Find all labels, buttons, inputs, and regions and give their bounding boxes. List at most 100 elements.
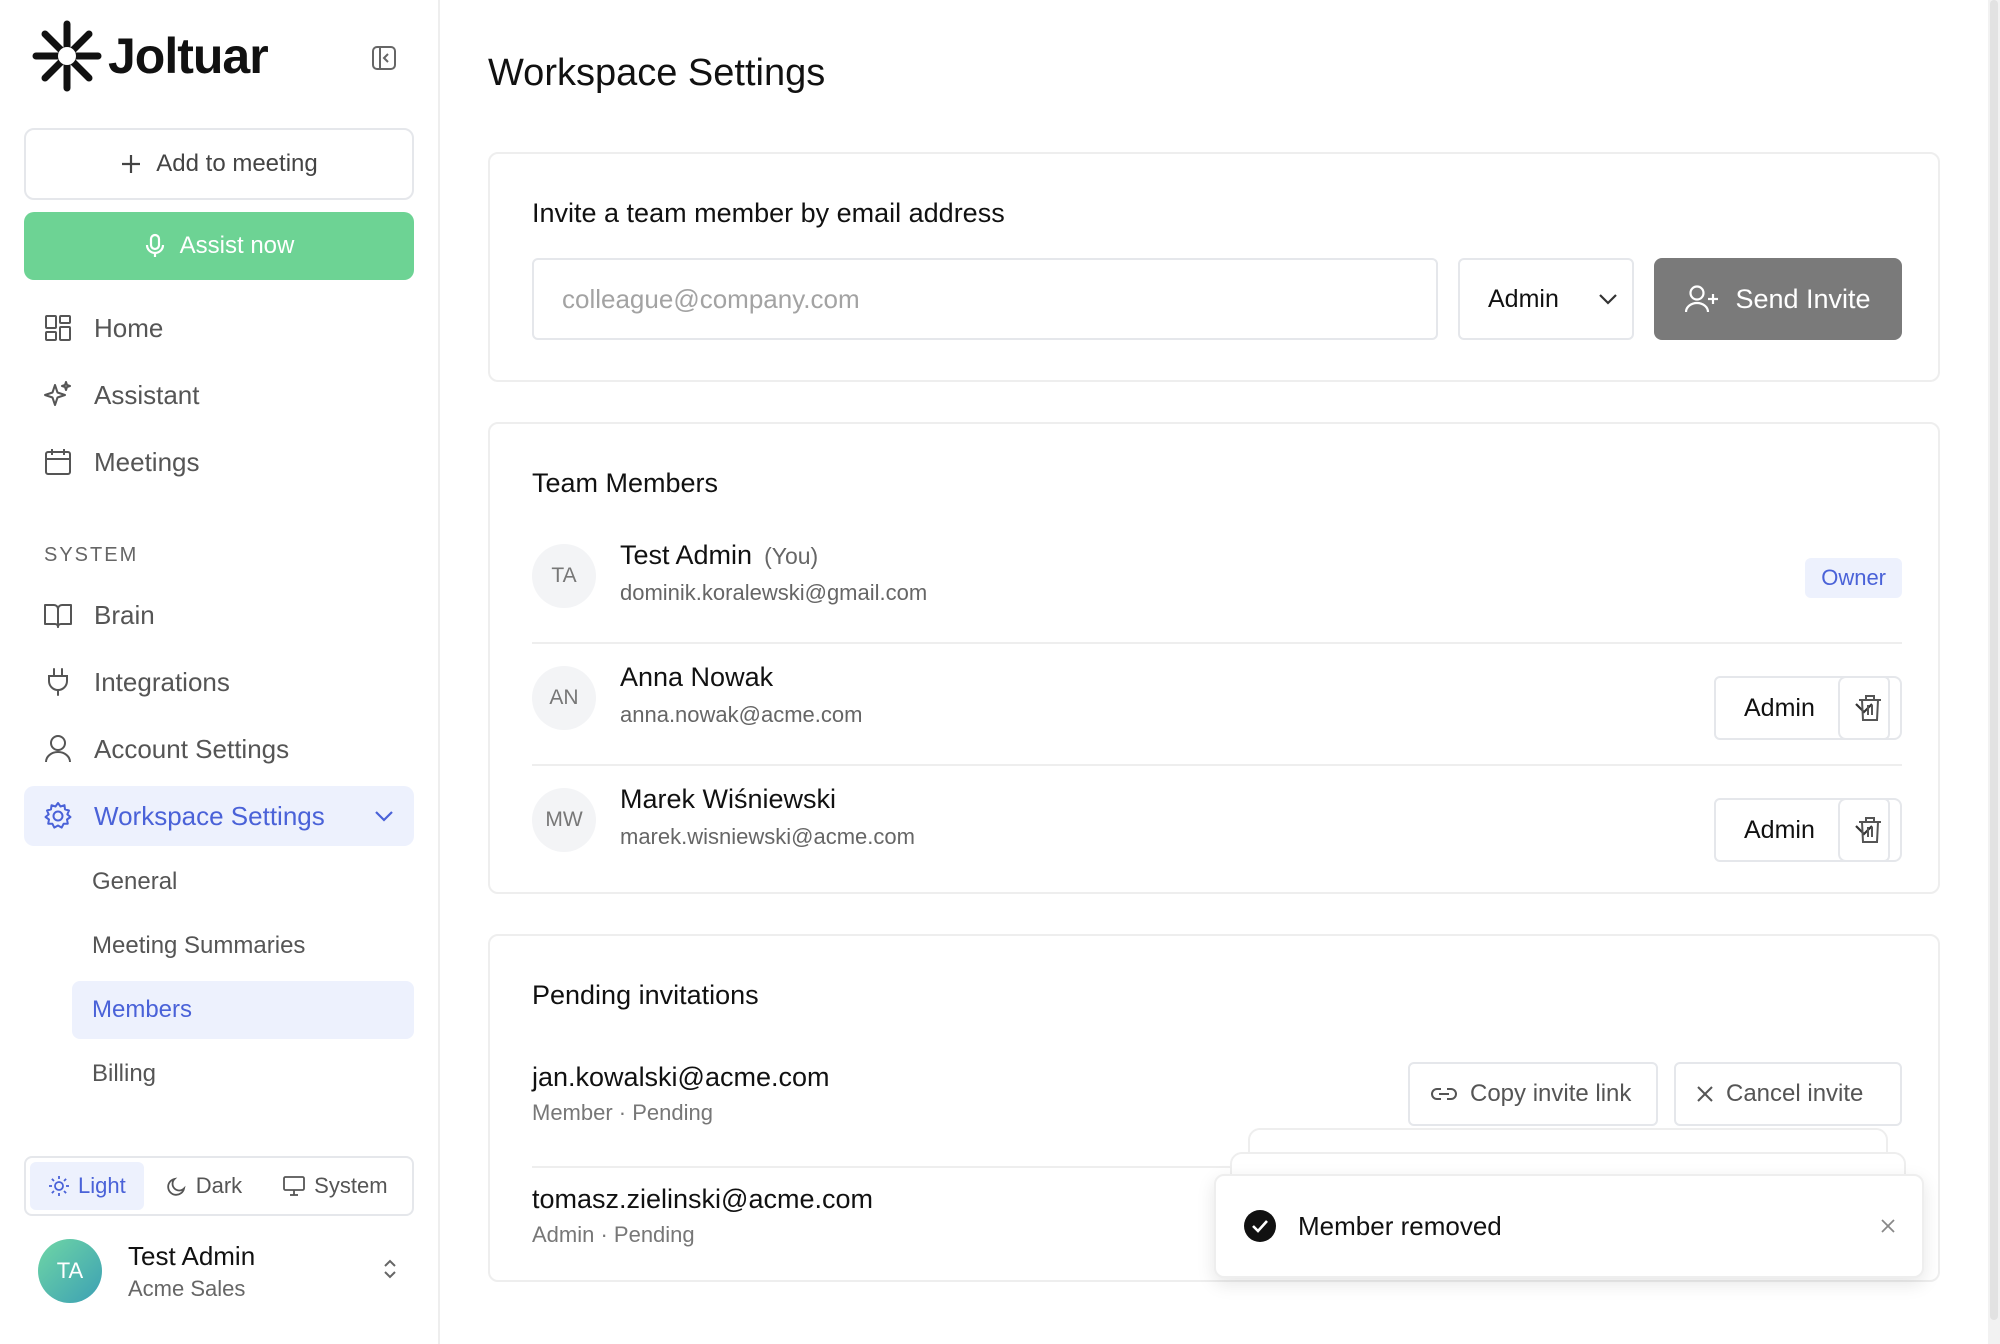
plug-icon (48, 668, 68, 696)
invite-card: Invite a team member by email address Ad… (488, 152, 1940, 382)
sidebar-item-label: Meetings (94, 446, 200, 477)
toast-notification: Member removed (1214, 1174, 1924, 1278)
calendar-icon (45, 449, 71, 475)
member-avatar: MW (532, 788, 596, 852)
trash-icon (1859, 817, 1881, 843)
scrollbar-thumb[interactable] (1990, 0, 1998, 1320)
sidebar-item-label: Assistant (94, 379, 200, 410)
toast-close-button[interactable] (1880, 1218, 1896, 1234)
sidebar-item-home[interactable]: Home (24, 298, 414, 358)
sub-item-label: Meeting Summaries (92, 932, 306, 959)
user-name: Test Admin (128, 1240, 256, 1271)
check-circle-icon (1244, 1210, 1276, 1242)
member-role-value: Admin (1744, 693, 1815, 722)
sub-item-label: General (92, 868, 178, 895)
remove-member-button[interactable] (1838, 798, 1902, 862)
invite-heading: Invite a team member by email address (532, 198, 1005, 228)
you-label: (You) (764, 543, 819, 569)
theme-dark-option[interactable]: Dark (148, 1162, 260, 1210)
add-to-meeting-button[interactable]: Add to meeting (24, 128, 414, 200)
table-row: TA Test Admin (You) dominik.koralewski@gm… (532, 524, 1902, 644)
brand-logo[interactable]: Joltuar (30, 18, 269, 94)
gear-icon (44, 802, 72, 829)
trash-icon (1859, 695, 1881, 721)
invite-email-input[interactable] (532, 258, 1438, 340)
jolt-logo-icon (32, 20, 102, 92)
sidebar-item-label: Account Settings (94, 733, 290, 764)
send-invite-button[interactable]: Send Invite (1654, 258, 1902, 340)
section-label-system: SYSTEM (44, 544, 139, 566)
table-row: MW Marek Wiśniewski marek.wisniewski@acm… (532, 768, 1902, 888)
grid-icon (45, 315, 71, 341)
sub-item-meeting-summaries[interactable]: Meeting Summaries (72, 917, 414, 975)
sub-item-label: Members (92, 996, 193, 1023)
sidebar-item-integrations[interactable]: Integrations (24, 652, 414, 712)
user-plus-icon (1685, 285, 1719, 313)
member-name: Anna Nowak (620, 662, 774, 692)
sub-item-members[interactable]: Members (72, 981, 414, 1039)
member-avatar: AN (532, 666, 596, 730)
team-members-card: Team Members TA Test Admin (You) dominik.… (488, 422, 1940, 894)
sparkle-icon (44, 381, 71, 406)
copy-invite-link-button[interactable]: Copy invite link (1408, 1062, 1658, 1126)
member-name: Test Admin (You) (620, 540, 819, 570)
sub-item-general[interactable]: General (72, 853, 414, 911)
member-name: Marek Wiśniewski (620, 784, 837, 814)
sun-icon (49, 1176, 69, 1196)
member-avatar: TA (532, 544, 596, 608)
invite-role-value: Admin (1488, 284, 1559, 313)
user-icon (45, 735, 71, 763)
sidebar-item-label: Home (94, 312, 164, 343)
sidebar-item-account-settings[interactable]: Account Settings (24, 719, 414, 779)
theme-light-option[interactable]: Light (30, 1162, 144, 1210)
sub-item-billing[interactable]: Billing (72, 1045, 414, 1103)
moon-icon (167, 1177, 186, 1196)
sidebar-item-label: Workspace Settings (94, 800, 325, 831)
pending-heading: Pending invitations (532, 980, 759, 1010)
close-icon (1881, 1219, 1895, 1233)
collapse-sidebar-button[interactable] (368, 42, 400, 74)
sidebar-item-label: Integrations (94, 666, 230, 697)
invite-meta: Admin · Pending (532, 1222, 695, 1247)
invite-role-select[interactable]: Admin (1458, 258, 1634, 340)
add-to-meeting-label: Add to meeting (156, 150, 318, 177)
microphone-icon (145, 233, 164, 257)
cancel-invite-label: Cancel invite (1726, 1080, 1864, 1107)
send-invite-label: Send Invite (1735, 283, 1871, 314)
assist-now-label: Assist now (179, 232, 295, 259)
invite-email: jan.kowalski@acme.com (532, 1062, 830, 1092)
user-menu[interactable]: TA Test Admin Acme Sales (38, 1238, 408, 1304)
page-title: Workspace Settings (488, 52, 826, 94)
member-email: marek.wisniewski@acme.com (620, 824, 915, 849)
theme-dark-label: Dark (195, 1173, 243, 1198)
member-role-value: Admin (1744, 815, 1815, 844)
chevron-down-icon (1599, 294, 1617, 305)
owner-badge: Owner (1805, 558, 1902, 598)
invite-meta: Member · Pending (532, 1100, 713, 1125)
brand-name: Joltuar (108, 28, 269, 84)
link-icon (1431, 1088, 1457, 1100)
user-org: Acme Sales (128, 1275, 246, 1301)
plus-icon (122, 155, 141, 173)
assist-now-button[interactable]: Assist now (24, 212, 414, 280)
member-email: dominik.koralewski@gmail.com (620, 580, 928, 605)
chevron-up-down-icon (384, 1259, 396, 1278)
member-email: anna.nowak@acme.com (620, 702, 863, 727)
sidebar-item-assistant[interactable]: Assistant (24, 365, 414, 425)
sidebar-item-workspace-settings[interactable]: Workspace Settings (24, 786, 414, 846)
sidebar-item-meetings[interactable]: Meetings (24, 432, 414, 492)
monitor-icon (283, 1176, 306, 1196)
sidebar-collapse-icon (372, 46, 396, 70)
sidebar: Joltuar Add to meeting Assist now Home A… (0, 0, 440, 1344)
theme-system-option[interactable]: System (264, 1162, 405, 1210)
table-row: AN Anna Nowak anna.nowak@acme.com Admin (532, 646, 1902, 766)
team-members-heading: Team Members (532, 468, 719, 498)
remove-member-button[interactable] (1838, 676, 1902, 740)
close-icon (1697, 1086, 1713, 1102)
sidebar-item-brain[interactable]: Brain (24, 585, 414, 645)
sidebar-item-label: Brain (94, 599, 155, 630)
page-scrollbar[interactable] (1988, 0, 2000, 1344)
book-icon (44, 604, 72, 628)
cancel-invite-button[interactable]: Cancel invite (1674, 1062, 1902, 1126)
theme-switcher: Light Dark System (24, 1156, 414, 1216)
